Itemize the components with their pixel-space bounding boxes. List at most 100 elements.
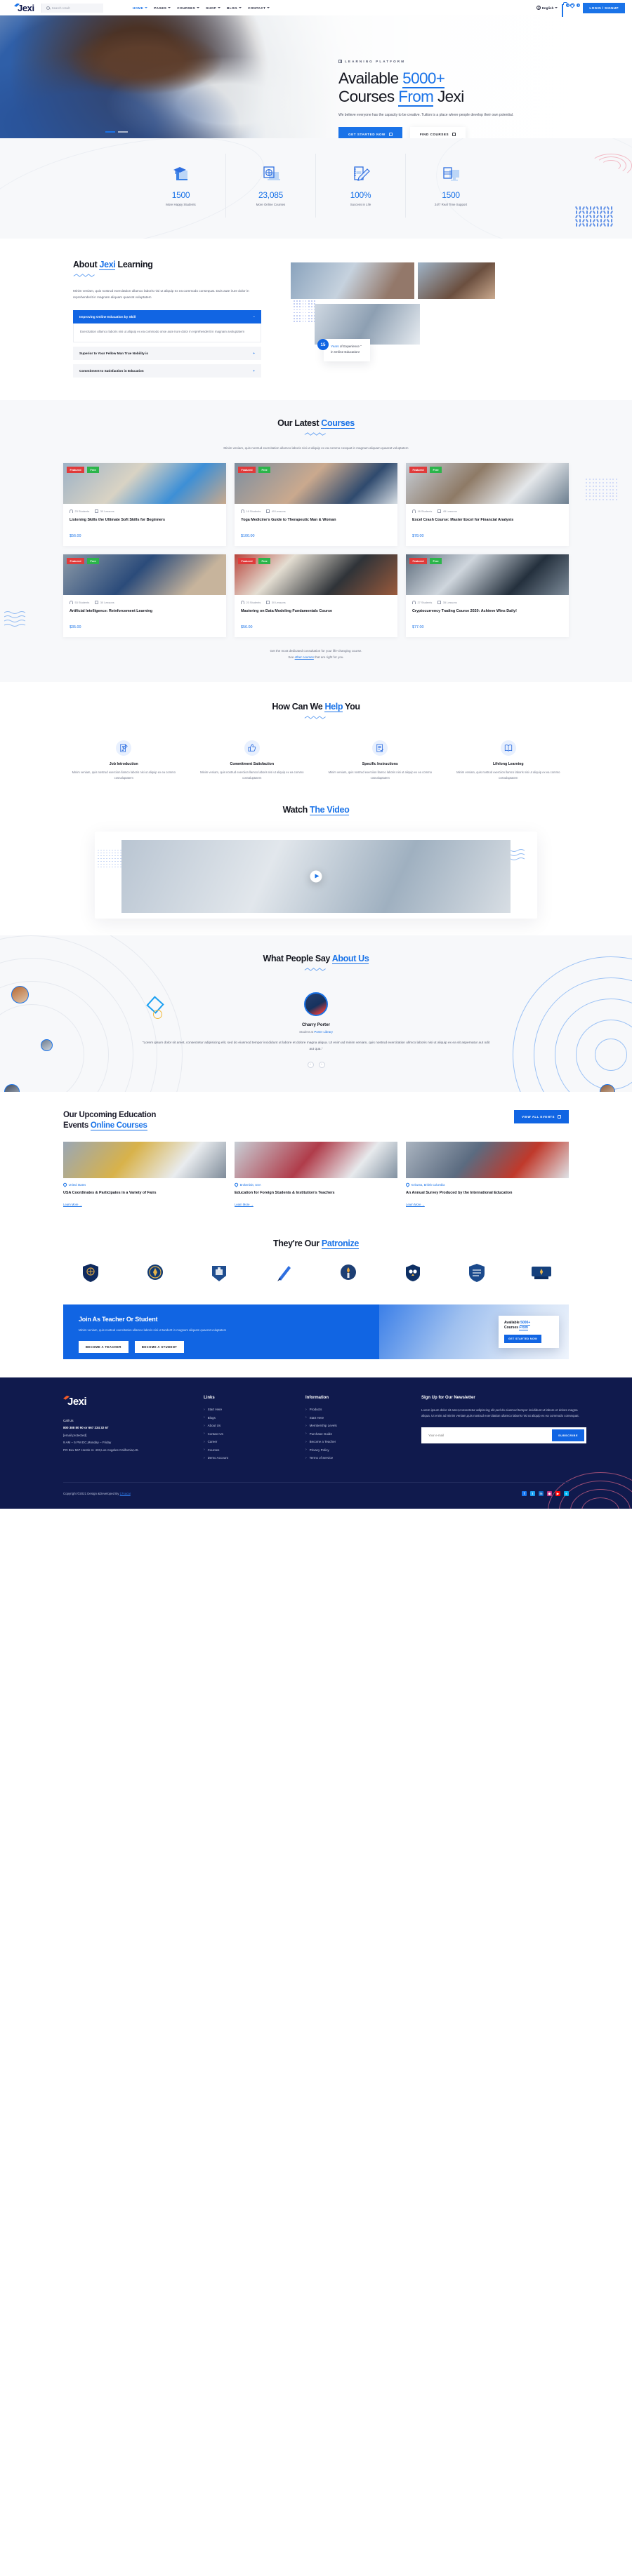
nav-item-shop[interactable]: SHOP xyxy=(206,6,220,10)
event-location: Brokenlain, USA xyxy=(234,1182,397,1187)
accordion-header[interactable]: Superior to Your Fellow Man True Nobilit… xyxy=(73,347,261,361)
footer-logo[interactable]: Jexi xyxy=(63,1395,197,1407)
footer-phone: 800 388 80 90 or 667 234 32 67 xyxy=(63,1426,109,1430)
lessons-meta: 30 Lessons xyxy=(95,509,114,514)
footer-hours: 9 AM – 5 PM DC,Monday – Friday xyxy=(63,1441,112,1445)
instagram-icon[interactable]: ◉ xyxy=(547,1491,552,1497)
cta-left: Join As Teacher Or Student Minim veniam,… xyxy=(63,1304,344,1359)
video-title: Watch The Video xyxy=(282,804,350,815)
footer-link[interactable]: Start Here xyxy=(204,1408,298,1412)
footer-info-link[interactable]: Membership Levels xyxy=(305,1424,414,1428)
testimonial-nav: ‹ › xyxy=(63,1061,569,1068)
course-meta: 27 Students 35 Lessons xyxy=(412,601,562,605)
course-tags: Featured Free xyxy=(67,558,100,565)
slider-dot-1[interactable] xyxy=(105,131,115,133)
event-location: Kelowna, British Columbia xyxy=(405,1182,569,1187)
stat-label: 24/7 Real Time Support xyxy=(434,203,468,206)
avatar-thumb[interactable] xyxy=(11,985,29,1003)
footer-info-link[interactable]: Become a Teacher xyxy=(305,1440,414,1444)
get-started-button[interactable]: GET STARTED NOW xyxy=(338,127,402,138)
video-player[interactable] xyxy=(121,839,511,913)
become-student-button[interactable]: BECOME A STUDENT xyxy=(134,1340,185,1353)
help-title: How Can We Help You xyxy=(272,701,360,712)
tag-free: Free xyxy=(430,467,442,474)
cta-desc: Minim veniam, quis nostrud exercitation … xyxy=(79,1328,227,1332)
footer-info-link[interactable]: Products xyxy=(305,1408,414,1412)
event-card[interactable]: United States USA Coordinates & Particip… xyxy=(62,1141,226,1209)
footer-link[interactable]: Demo Account xyxy=(204,1456,298,1460)
footer-link[interactable]: Career xyxy=(204,1440,298,1444)
event-card[interactable]: Kelowna, British Columbia An Annual Surv… xyxy=(405,1141,569,1209)
course-card[interactable]: Featured Free 16 Students 45 Lessons Yog… xyxy=(235,463,397,547)
event-learn-more-link[interactable]: Learn More → xyxy=(406,1203,425,1206)
footer-info-link[interactable]: Start Here xyxy=(305,1415,414,1420)
event-learn-more-link[interactable]: Learn More → xyxy=(235,1203,254,1206)
footer-email[interactable]: [email protected] xyxy=(63,1432,197,1440)
other-courses-link[interactable]: other courses xyxy=(295,655,314,659)
course-title: Artificial Intelligence: Reinforcement L… xyxy=(70,609,153,614)
footer-info-title: Information xyxy=(305,1395,329,1400)
cart-button[interactable]: 0 xyxy=(562,4,570,17)
hero-section: LEARNING PLATFORM Available 5000+ Course… xyxy=(0,15,632,138)
view-all-events-button[interactable]: VIEW ALL EVENTS xyxy=(513,1109,569,1123)
course-card[interactable]: Featured Free 23 Students 30 Lessons Lis… xyxy=(63,463,226,547)
accordion-header[interactable]: Improving Online Education by Skill – xyxy=(73,309,261,323)
subscribe-button[interactable]: SUBSCRIBE xyxy=(551,1429,584,1442)
nav-item-pages[interactable]: PAGES xyxy=(154,6,171,10)
students-meta: 16 Students xyxy=(241,509,261,514)
stat-card: 100% Success in Life xyxy=(316,154,406,218)
lessons-meta: 35 Lessons xyxy=(437,601,457,605)
newsletter-email-input[interactable] xyxy=(423,1429,552,1442)
decor-dot-grid xyxy=(294,300,317,324)
skype-icon[interactable]: s xyxy=(564,1491,569,1497)
courses-header: Our Latest Courses Minim veniam, quis no… xyxy=(63,418,569,452)
youtube-icon[interactable]: ▶ xyxy=(555,1491,560,1497)
checklist-icon xyxy=(372,740,388,756)
nav-item-blog[interactable]: BLOG xyxy=(227,6,242,10)
play-button-icon[interactable] xyxy=(310,870,322,883)
avatar-thumb[interactable] xyxy=(41,1039,53,1051)
nav-item-home[interactable]: HOME xyxy=(133,6,148,10)
footer-link[interactable]: Courses xyxy=(204,1448,298,1452)
cta-card-button[interactable]: GET STARTED NOW xyxy=(504,1335,541,1344)
footer-link[interactable]: Contact Us xyxy=(204,1432,298,1436)
hero-slider-dots[interactable] xyxy=(105,131,128,133)
footer-info-link[interactable]: Privacy Policy xyxy=(305,1448,414,1452)
nav-item-courses[interactable]: COURSES xyxy=(177,6,200,10)
language-switcher[interactable]: English xyxy=(536,6,558,10)
twitter-icon[interactable]: t xyxy=(530,1491,535,1497)
footer-info-link[interactable]: Terms of Service xyxy=(305,1456,414,1460)
footer-info-link[interactable]: Purchase Guide xyxy=(305,1432,414,1436)
brand-logo[interactable]: Jexi xyxy=(7,3,39,13)
course-card[interactable]: Featured Free 16 Students 45 Lessons Exc… xyxy=(406,463,569,547)
chevron-down-icon xyxy=(168,7,171,8)
become-teacher-button[interactable]: BECOME A TEACHER xyxy=(79,1340,129,1353)
footer-link[interactable]: Blogs xyxy=(204,1415,298,1420)
event-learn-more-link[interactable]: Learn More → xyxy=(63,1203,82,1206)
course-thumbnail: Featured Free xyxy=(406,463,569,505)
cta-card-text: Available 5000+ Courses From xyxy=(504,1320,531,1330)
facebook-icon[interactable]: f xyxy=(522,1491,527,1497)
credit-link[interactable]: 17sucai xyxy=(120,1492,131,1495)
footer-links-title: Links xyxy=(204,1395,215,1400)
nav-item-contact[interactable]: CONTACT xyxy=(248,6,270,10)
testimonial-prev-button[interactable]: ‹ xyxy=(307,1061,314,1068)
login-signup-button[interactable]: LOGIN / SIGNUP xyxy=(583,2,625,13)
event-card[interactable]: Brokenlain, USA Education for Foreign St… xyxy=(234,1141,397,1209)
site-footer: Jexi Call Us 800 388 80 90 or 667 234 32… xyxy=(0,1377,632,1509)
footer-link[interactable]: About Us xyxy=(204,1424,298,1428)
course-thumbnail: Featured Free xyxy=(235,554,397,596)
course-card[interactable]: Featured Free 27 Students 35 Lessons Cry… xyxy=(406,554,569,638)
search-input[interactable]: Search result xyxy=(41,3,103,13)
stat-label: More Online Courses xyxy=(256,203,286,206)
linkedin-icon[interactable]: in xyxy=(539,1491,544,1497)
accordion-header[interactable]: Commitment to Satisfaction in Education … xyxy=(73,364,261,378)
course-card[interactable]: Featured Free 53 Students 30 Lessons Art… xyxy=(63,554,226,638)
find-courses-button[interactable]: FIND COURSES xyxy=(409,127,466,138)
course-card[interactable]: Featured Free 23 Students 30 Lessons Mas… xyxy=(235,554,397,638)
stat-card: 1500 More Happy Students xyxy=(136,154,226,218)
testimonial-next-button[interactable]: › xyxy=(318,1061,325,1068)
wishlist-button[interactable]: 0 xyxy=(572,4,581,11)
slider-dot-2[interactable] xyxy=(118,131,128,133)
about-accordion: Improving Online Education by Skill – Ex… xyxy=(73,309,261,378)
